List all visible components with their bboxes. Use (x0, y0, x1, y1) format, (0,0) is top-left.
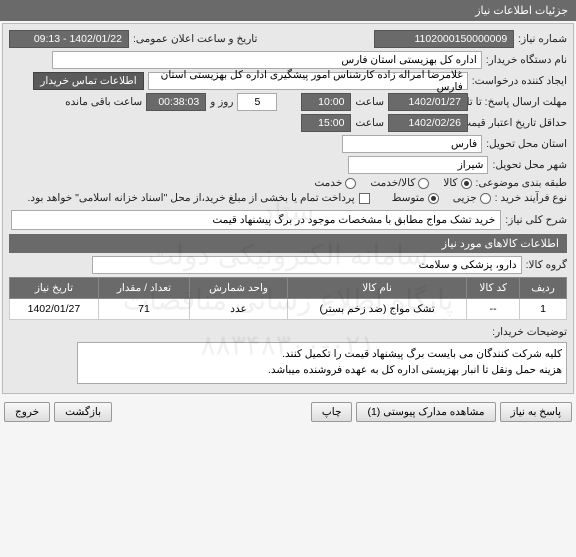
need-no-field: 1102000150000009 (374, 30, 514, 48)
panel-header: جزئیات اطلاعات نیاز (0, 0, 576, 21)
process-radio-group: جزیی متوسط (392, 192, 491, 204)
buyer-desc-label: توضیحات خریدار: (492, 326, 567, 338)
deadline-date: 1402/01/27 (388, 93, 468, 111)
radio-service[interactable] (345, 178, 356, 189)
table-row[interactable]: 1 -- تشک مواج (ضد زخم بستر) عدد 71 1402/… (10, 299, 567, 320)
radio-medium[interactable] (428, 193, 439, 204)
requester-label: ایجاد کننده درخواست: (472, 75, 567, 87)
th-code: کد کالا (467, 278, 520, 299)
days-left-label: روز و (210, 96, 233, 108)
radio-small[interactable] (480, 193, 491, 204)
payment-note: پرداخت تمام یا بخشی از مبلغ خرید،از محل … (28, 192, 355, 204)
back-button[interactable]: بازگشت (54, 402, 112, 422)
need-desc: خرید تشک مواج مطابق با مشخصات موجود در ب… (11, 210, 501, 230)
time-left: 00:38:03 (146, 93, 206, 111)
group-label: گروه کالا: (526, 259, 567, 271)
respond-button[interactable]: پاسخ به نیاز (500, 402, 572, 422)
desc-label: شرح کلی نیاز: (505, 214, 567, 226)
panel-title: جزئیات اطلاعات نیاز (475, 5, 568, 17)
th-name: نام کالا (287, 278, 466, 299)
buyer-desc-box: کلیه شرکت کنندگان می بایست برگ پیشنهاد ق… (77, 342, 567, 384)
category-radio-group: کالا کالا/خدمت خدمت (314, 177, 471, 189)
city-field: شیراز (348, 156, 488, 174)
city-label: شهر محل تحویل: (492, 159, 567, 171)
announce-field: 1402/01/22 - 09:13 (9, 30, 129, 48)
th-date: تاریخ نیاز (10, 278, 99, 299)
radio-goods-service[interactable] (418, 178, 429, 189)
cell-qty: 71 (98, 299, 189, 320)
cell-n: 1 (520, 299, 567, 320)
province-label: استان محل تحویل: (486, 138, 567, 150)
validity-label: حداقل تاریخ اعتبار قیمت: تا تاریخ: (472, 117, 567, 129)
print-button[interactable]: چاپ (311, 402, 353, 422)
deadline-label: مهلت ارسال پاسخ: تا تاریخ: (472, 96, 567, 108)
time-remaining-label: ساعت باقی مانده (65, 96, 142, 108)
time-label-2: ساعت (355, 117, 384, 129)
cell-unit: عدد (190, 299, 288, 320)
cell-name: تشک مواج (ضد زخم بستر) (287, 299, 466, 320)
buyer-label: نام دستگاه خریدار: (486, 54, 567, 66)
radio-goods[interactable] (461, 178, 472, 189)
validity-date: 1402/02/26 (388, 114, 468, 132)
requester-field: غلامرضا امراله زاده کارشناس امور پیشگیری… (148, 72, 468, 90)
goods-table: ردیف کد کالا نام کالا واحد شمارش تعداد /… (9, 277, 567, 320)
attachments-button[interactable]: مشاهده مدارک پیوستی (1) (356, 402, 495, 422)
th-row: ردیف (520, 278, 567, 299)
group-field: دارو، پزشکی و سلامت (92, 256, 522, 274)
buyer-contact-link[interactable]: اطلاعات تماس خریدار (33, 72, 143, 90)
goods-section-title: اطلاعات کالاهای مورد نیاز (9, 234, 567, 253)
need-no-label: شماره نیاز: (518, 33, 567, 45)
th-qty: تعداد / مقدار (98, 278, 189, 299)
announce-label: تاریخ و ساعت اعلان عمومی: (133, 33, 257, 45)
deadline-time: 10:00 (301, 93, 351, 111)
main-panel: شماره نیاز: 1102000150000009 تاریخ و ساع… (2, 23, 574, 394)
cell-code: -- (467, 299, 520, 320)
exit-button[interactable]: خروج (4, 402, 50, 422)
footer-bar: پاسخ به نیاز مشاهده مدارک پیوستی (1) چاپ… (0, 396, 576, 428)
validity-time: 15:00 (301, 114, 351, 132)
process-label: نوع فرآیند خرید : (495, 192, 567, 204)
province-field: فارس (342, 135, 482, 153)
category-label: طبقه بندی موضوعی: (476, 177, 567, 189)
th-unit: واحد شمارش (190, 278, 288, 299)
treasury-checkbox[interactable] (359, 193, 370, 204)
time-label-1: ساعت (355, 96, 384, 108)
days-left: 5 (237, 93, 277, 111)
cell-date: 1402/01/27 (10, 299, 99, 320)
buyer-field: اداره کل بهزیستی استان فارس (52, 51, 482, 69)
